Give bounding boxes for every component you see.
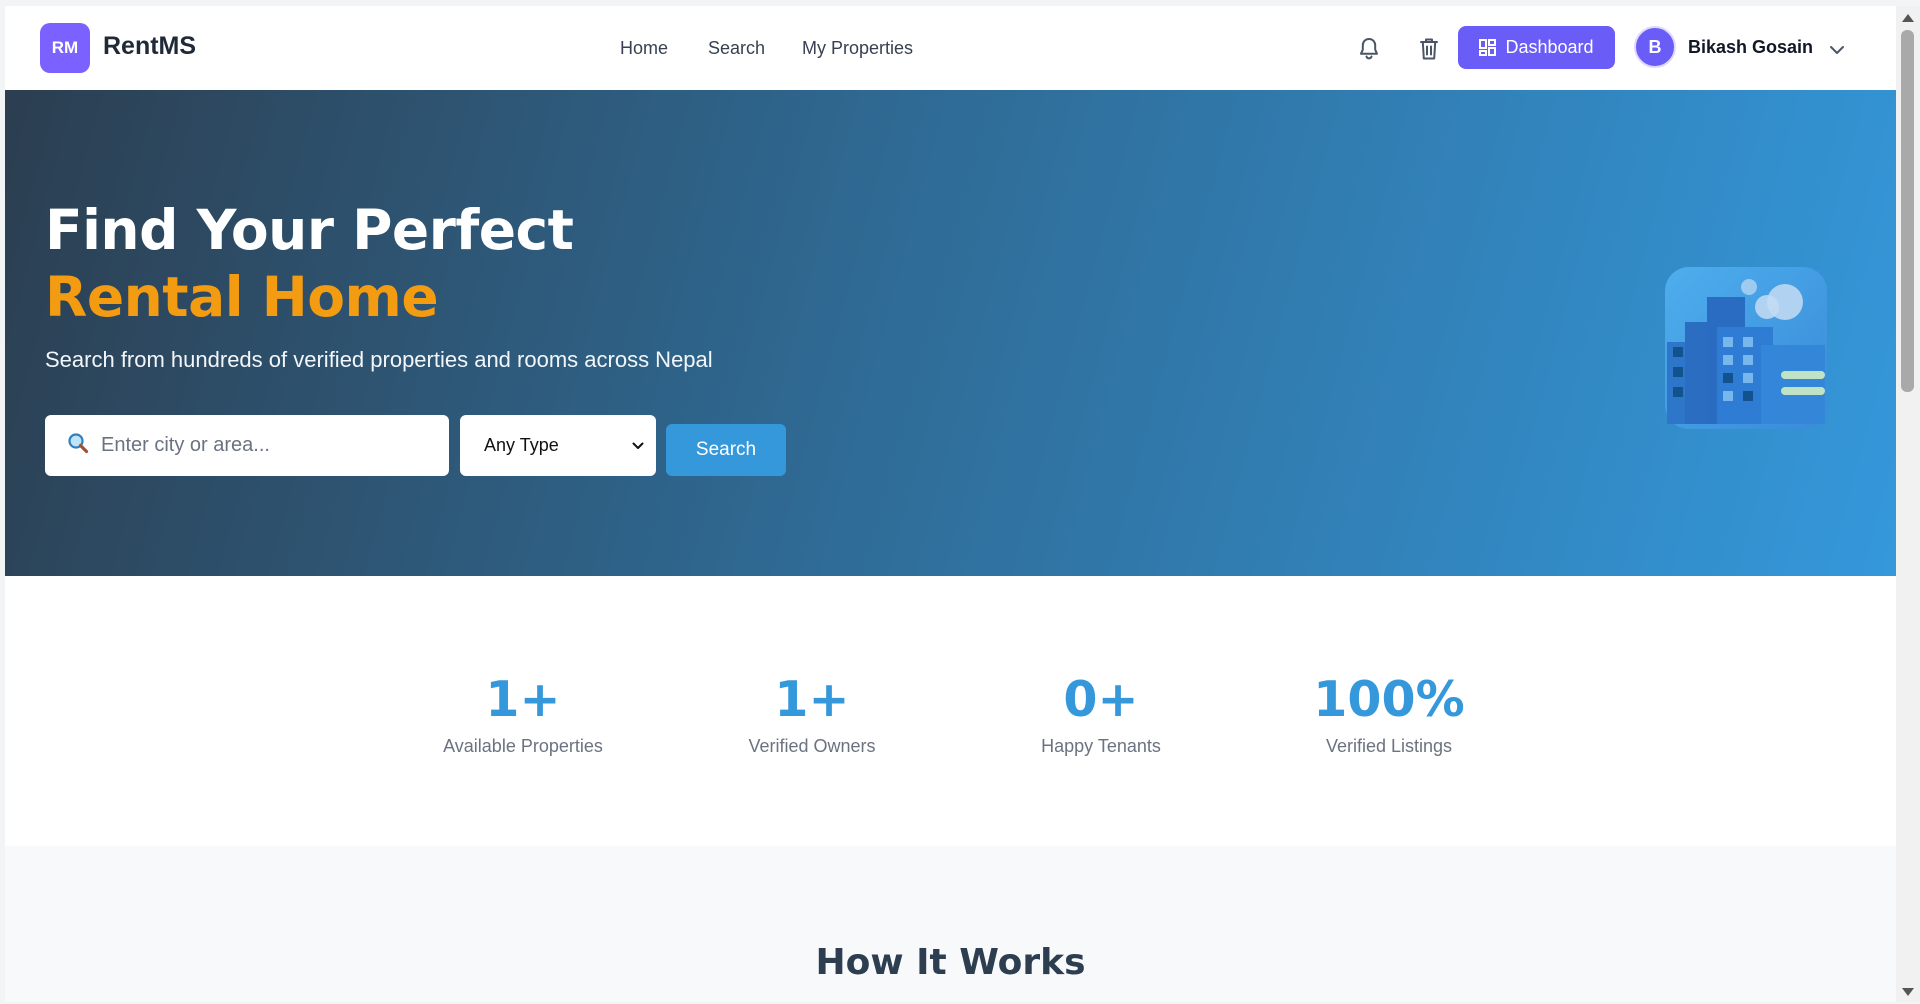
nav-home-link[interactable]: Home bbox=[620, 38, 668, 59]
hero-subtitle: Search from hundreds of verified propert… bbox=[45, 347, 713, 372]
search-button[interactable]: Search bbox=[666, 424, 786, 476]
scrollbar-thumb[interactable] bbox=[1901, 30, 1914, 392]
stat-happy-tenants: 0+ Happy Tenants bbox=[981, 672, 1221, 757]
page-viewport: RM RentMS Home Search My Properties Dash… bbox=[5, 6, 1896, 1002]
property-type-select[interactable]: Any Type bbox=[460, 415, 656, 476]
stat-verified-listings: 100% Verified Listings bbox=[1269, 672, 1509, 757]
grid-icon bbox=[1479, 39, 1497, 56]
stat-value: 100% bbox=[1313, 671, 1465, 728]
cityscape-icon bbox=[1665, 267, 1827, 434]
stat-value: 1+ bbox=[774, 671, 850, 728]
stat-label: Verified Listings bbox=[1325, 736, 1453, 756]
chevron-down-icon[interactable] bbox=[1829, 42, 1845, 60]
how-it-works-section: How It Works bbox=[5, 846, 1896, 1002]
stat-label: Available Properties bbox=[443, 736, 603, 756]
stat-label: Verified Owners bbox=[748, 736, 876, 756]
stat-verified-owners: 1+ Verified Owners bbox=[692, 672, 932, 757]
brand-name[interactable]: RentMS bbox=[103, 32, 196, 61]
bell-icon[interactable] bbox=[1356, 36, 1382, 62]
trash-icon[interactable] bbox=[1416, 36, 1442, 62]
hero-section: Find Your Perfect Rental Home Search fro… bbox=[5, 90, 1896, 576]
stat-value: 0+ bbox=[1063, 671, 1139, 728]
location-search-field[interactable] bbox=[45, 415, 449, 476]
magnifier-icon bbox=[67, 432, 89, 459]
scroll-up-arrow-icon[interactable] bbox=[1902, 14, 1914, 22]
property-type-value: Any Type bbox=[484, 435, 559, 455]
stats-section: 1+ Available Properties 1+ Verified Owne… bbox=[5, 576, 1896, 846]
scroll-down-arrow-icon[interactable] bbox=[1902, 988, 1914, 996]
hero-title-line1: Find Your Perfect bbox=[45, 198, 574, 262]
chevron-down-icon bbox=[632, 442, 644, 449]
how-it-works-title: How It Works bbox=[815, 942, 1086, 983]
stat-available-properties: 1+ Available Properties bbox=[403, 672, 643, 757]
top-navbar: RM RentMS Home Search My Properties Dash… bbox=[5, 6, 1896, 91]
stat-value: 1+ bbox=[485, 671, 561, 728]
dashboard-button[interactable]: Dashboard bbox=[1458, 26, 1615, 69]
user-name[interactable]: Bikash Gosain bbox=[1688, 37, 1813, 58]
nav-search-link[interactable]: Search bbox=[708, 38, 765, 59]
dashboard-label: Dashboard bbox=[1505, 37, 1594, 57]
logo-badge[interactable]: RM bbox=[40, 23, 90, 73]
stat-label: Happy Tenants bbox=[1041, 736, 1161, 756]
hero-title-line2: Rental Home bbox=[45, 265, 439, 329]
location-search-input[interactable] bbox=[99, 433, 433, 458]
nav-my-properties-link[interactable]: My Properties bbox=[802, 38, 913, 59]
user-avatar[interactable]: B bbox=[1634, 26, 1676, 68]
page-scrollbar[interactable] bbox=[1896, 6, 1920, 1002]
